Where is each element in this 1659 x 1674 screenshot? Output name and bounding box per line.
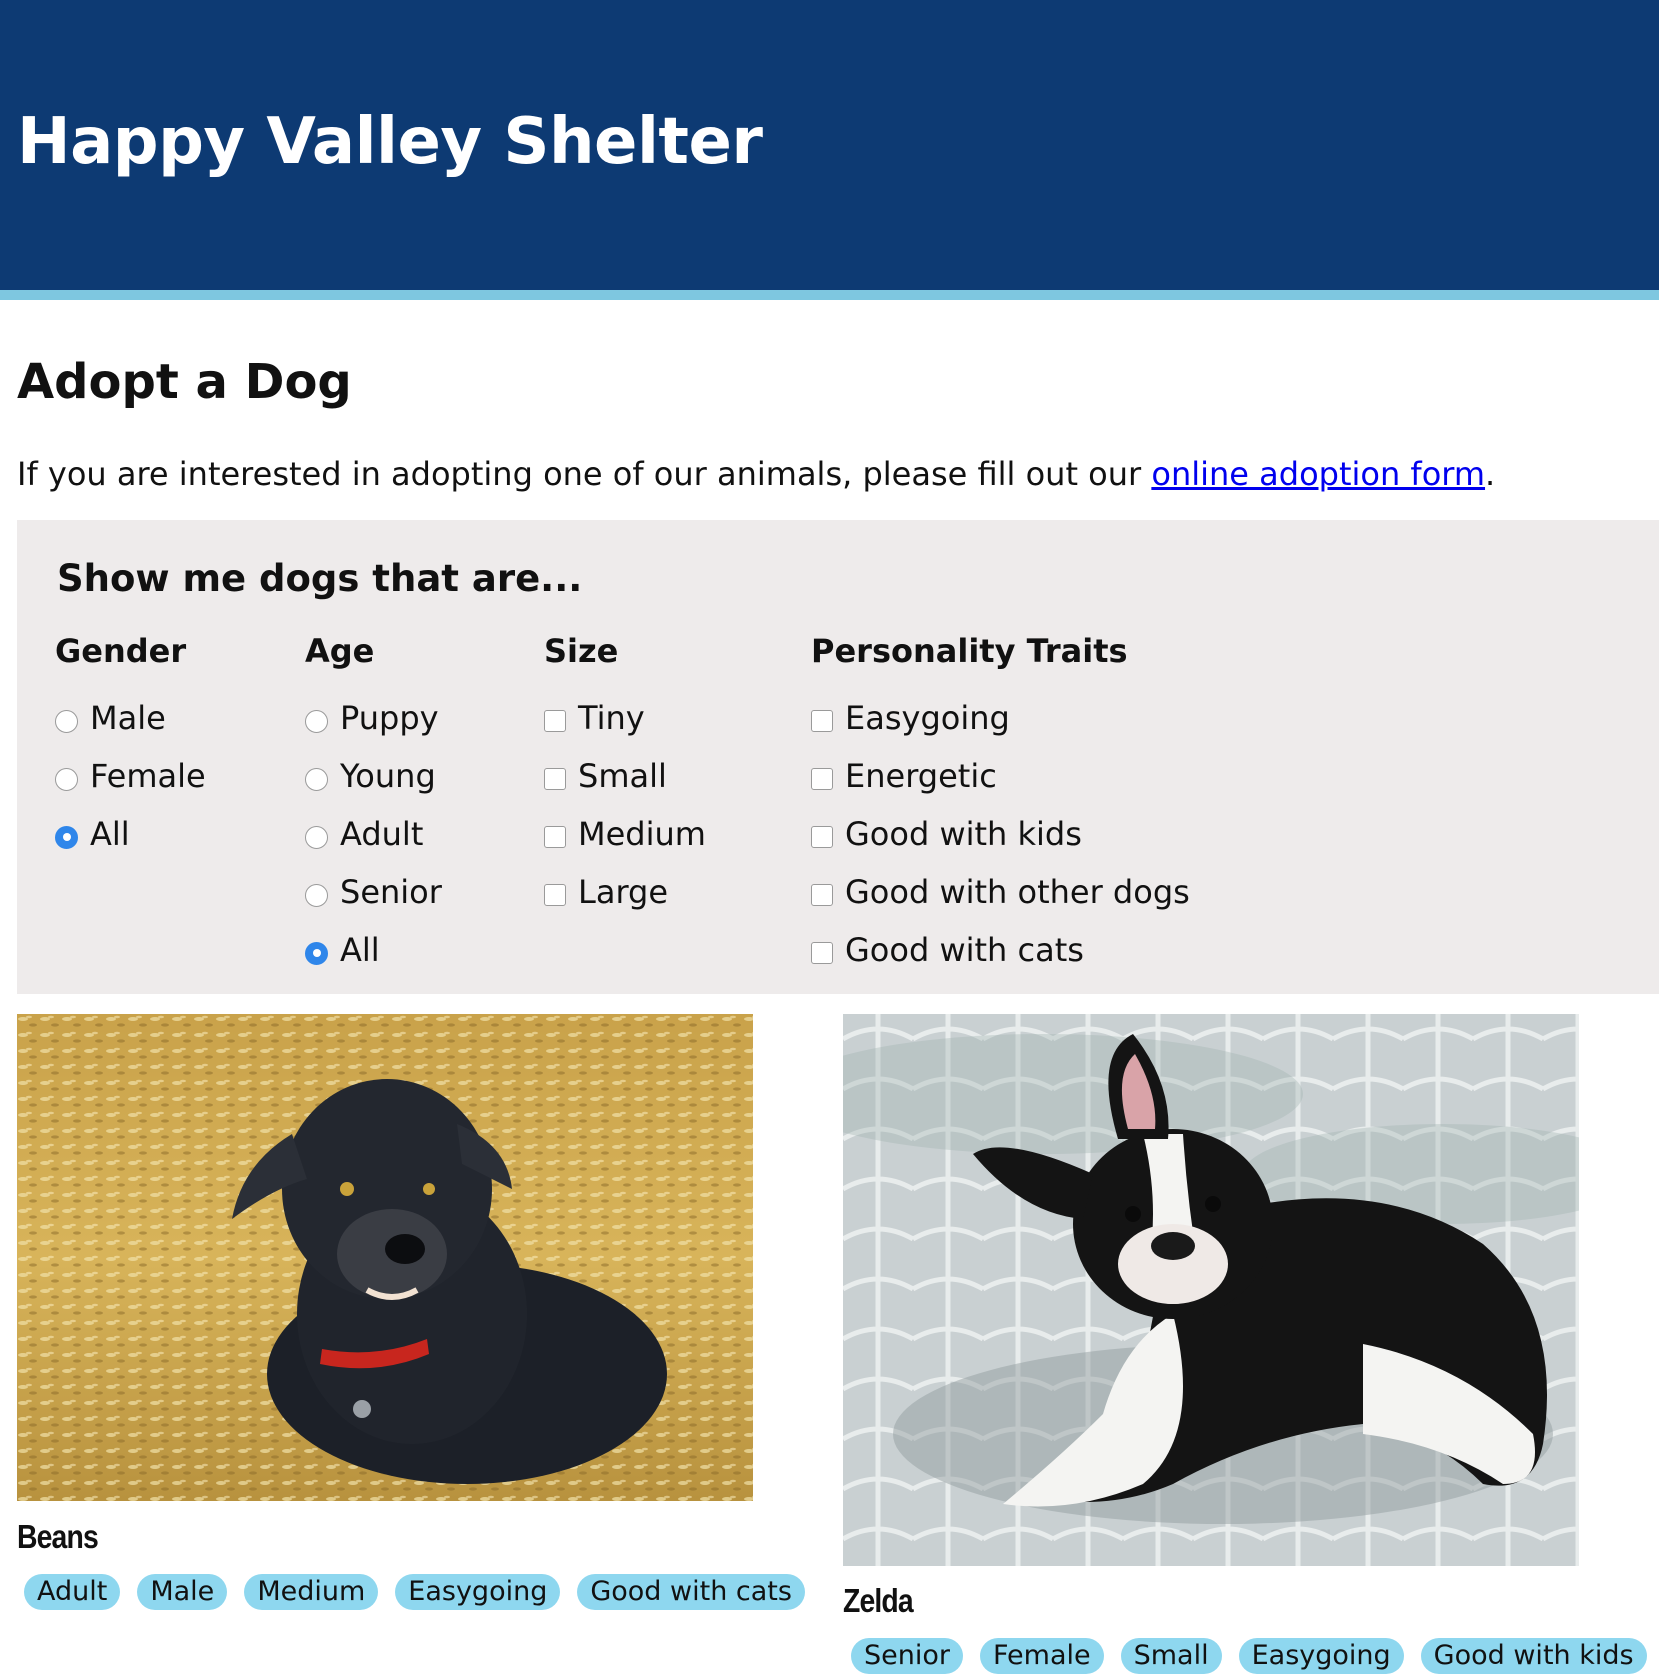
tag: Small	[1120, 1638, 1222, 1674]
dog-photo-beans[interactable]	[17, 1014, 753, 1501]
option-label: All	[90, 815, 130, 853]
option-label: All	[340, 931, 380, 969]
dog-photo-zelda[interactable]	[843, 1014, 1579, 1566]
traits-filter-title: Personality Traits	[811, 632, 1128, 670]
radio-button[interactable]	[305, 709, 328, 733]
intro-text-before: If you are interested in adopting one of…	[17, 455, 1152, 493]
dog-name-zelda[interactable]: Zelda	[843, 1584, 914, 1617]
tag: Male	[137, 1574, 228, 1610]
tag: Easygoing	[1238, 1638, 1404, 1674]
dog-tags-beans: Adult Male Medium Easygoing Good with ca…	[24, 1574, 805, 1610]
trait-option-good-with-kids[interactable]: Good with kids	[811, 805, 1190, 863]
checkbox[interactable]	[811, 826, 833, 848]
age-option-all[interactable]: All	[305, 921, 442, 979]
intro-text-after: .	[1485, 455, 1496, 493]
checkbox[interactable]	[811, 942, 833, 964]
filter-heading: Show me dogs that are...	[57, 557, 583, 600]
intro-text: If you are interested in adopting one of…	[17, 458, 1495, 490]
page-title: Adopt a Dog	[17, 354, 352, 410]
site-title: Happy Valley Shelter	[17, 105, 763, 179]
tag: Senior	[851, 1638, 963, 1674]
radio-button[interactable]	[55, 709, 78, 733]
radio-button[interactable]	[305, 767, 328, 791]
gender-option-all[interactable]: All	[55, 805, 206, 863]
trait-option-good-with-cats[interactable]: Good with cats	[811, 921, 1190, 979]
dog-card-beans[interactable]: Beans Adult Male Medium Easygoing Good w…	[17, 1014, 805, 1610]
trait-option-energetic[interactable]: Energetic	[811, 747, 1190, 805]
checkbox[interactable]	[811, 884, 833, 906]
site-header: Happy Valley Shelter	[0, 0, 1659, 300]
checkbox[interactable]	[811, 710, 833, 732]
tag: Female	[979, 1638, 1104, 1674]
tag: Good with kids	[1420, 1638, 1647, 1674]
dog-tags-zelda: Senior Female Small Easygoing Good with …	[851, 1638, 1647, 1674]
radio-button[interactable]	[305, 883, 328, 907]
option-label: Good with cats	[845, 931, 1084, 969]
option-label: Energetic	[845, 757, 997, 795]
size-option-medium[interactable]: Medium	[544, 805, 706, 863]
option-label: Small	[578, 757, 667, 795]
gender-filter-group: Gender Male Female All	[55, 635, 206, 863]
option-label: Good with other dogs	[845, 873, 1190, 911]
age-filter-group: Age Puppy Young Adult Senior All	[305, 635, 442, 979]
age-filter-title: Age	[305, 632, 375, 670]
tag: Good with cats	[577, 1574, 805, 1610]
gender-filter-title: Gender	[55, 632, 187, 670]
age-option-adult[interactable]: Adult	[305, 805, 442, 863]
tag: Adult	[24, 1574, 121, 1610]
option-label: Senior	[340, 873, 442, 911]
checkbox[interactable]	[544, 710, 566, 732]
dog-card-zelda[interactable]: Zelda Senior Female Small Easygoing Good…	[843, 1014, 1647, 1674]
size-option-small[interactable]: Small	[544, 747, 706, 805]
option-label: Large	[578, 873, 669, 911]
radio-button[interactable]	[305, 825, 328, 849]
option-label: Puppy	[340, 699, 439, 737]
adoption-form-link[interactable]: online adoption form	[1151, 455, 1485, 493]
option-label: Male	[90, 699, 166, 737]
size-filter-title: Size	[544, 632, 619, 670]
radio-button-selected[interactable]	[55, 825, 78, 849]
trait-option-easygoing[interactable]: Easygoing	[811, 689, 1190, 747]
option-label: Female	[90, 757, 206, 795]
size-option-large[interactable]: Large	[544, 863, 706, 921]
checkbox[interactable]	[544, 768, 566, 790]
option-label: Good with kids	[845, 815, 1082, 853]
size-option-tiny[interactable]: Tiny	[544, 689, 706, 747]
option-label: Easygoing	[845, 699, 1010, 737]
tag: Easygoing	[395, 1574, 561, 1610]
option-label: Adult	[340, 815, 424, 853]
age-option-young[interactable]: Young	[305, 747, 442, 805]
checkbox[interactable]	[544, 826, 566, 848]
size-filter-group: Size Tiny Small Medium Large	[544, 635, 706, 921]
radio-button[interactable]	[55, 767, 78, 791]
radio-button-selected[interactable]	[305, 941, 328, 965]
gender-option-female[interactable]: Female	[55, 747, 206, 805]
age-option-puppy[interactable]: Puppy	[305, 689, 442, 747]
age-option-senior[interactable]: Senior	[305, 863, 442, 921]
filter-panel: Show me dogs that are... Gender Male Fem…	[17, 520, 1659, 994]
checkbox[interactable]	[811, 768, 833, 790]
trait-option-good-with-other-dogs[interactable]: Good with other dogs	[811, 863, 1190, 921]
option-label: Medium	[578, 815, 706, 853]
checkbox[interactable]	[544, 884, 566, 906]
tag: Medium	[244, 1574, 379, 1610]
option-label: Tiny	[578, 699, 645, 737]
option-label: Young	[340, 757, 436, 795]
dog-name-beans[interactable]: Beans	[17, 1520, 99, 1553]
gender-option-male[interactable]: Male	[55, 689, 206, 747]
traits-filter-group: Personality Traits Easygoing Energetic G…	[811, 635, 1190, 979]
